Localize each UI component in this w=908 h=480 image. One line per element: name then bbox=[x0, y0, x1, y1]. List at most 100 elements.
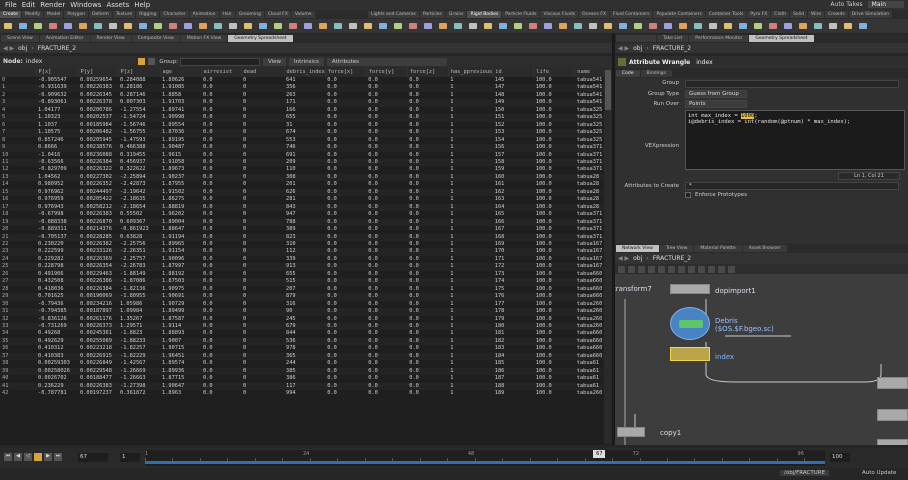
column-header-1[interactable]: P[x] bbox=[36, 67, 79, 77]
shelf-tool-icon[interactable] bbox=[630, 19, 645, 33]
side-node-2[interactable] bbox=[877, 409, 908, 421]
shelf-tool-icon[interactable] bbox=[135, 19, 150, 33]
menu-edit[interactable]: Edit bbox=[22, 1, 36, 9]
shelf-tab-10[interactable]: Grooming bbox=[235, 11, 264, 18]
column-header-9[interactable]: force[y] bbox=[366, 67, 408, 77]
auto-update-label[interactable]: Auto Update bbox=[862, 470, 896, 476]
menu-render[interactable]: Render bbox=[40, 1, 65, 9]
shelf-tab-right-8[interactable]: Populate Containers bbox=[653, 11, 705, 18]
shelf-tool-icon[interactable] bbox=[45, 19, 60, 33]
shelf-tool-icon[interactable] bbox=[495, 19, 510, 33]
shelf-tab-8[interactable]: Animation bbox=[189, 11, 219, 18]
column-header-8[interactable]: force[x] bbox=[325, 67, 367, 77]
shelf-tool-icon[interactable] bbox=[480, 19, 495, 33]
last-frame-icon[interactable]: ⏭ bbox=[54, 453, 62, 461]
shelf-tool-icon[interactable] bbox=[225, 19, 240, 33]
shelf-tab-right-10[interactable]: Pyro FX bbox=[747, 11, 771, 18]
back-icon[interactable]: ◀ ▶ bbox=[618, 45, 629, 52]
shelf-tool-icon[interactable] bbox=[375, 19, 390, 33]
path-node[interactable]: FRACTURE_2 bbox=[38, 45, 76, 52]
node-name[interactable]: index bbox=[696, 59, 712, 66]
left-tab-5[interactable]: Geometry Spreadsheet bbox=[228, 35, 293, 42]
column-header-0[interactable] bbox=[0, 67, 37, 77]
network-tool-icon[interactable] bbox=[698, 265, 705, 273]
end-frame-field[interactable]: 100 bbox=[830, 453, 850, 462]
shelf-tool-icon[interactable] bbox=[705, 19, 720, 33]
shelf-tool-icon[interactable] bbox=[795, 19, 810, 33]
view-button[interactable]: View bbox=[262, 57, 287, 66]
column-header-2[interactable]: P[y] bbox=[78, 67, 119, 77]
points-mode-icon[interactable] bbox=[138, 58, 146, 65]
path-obj[interactable]: obj bbox=[633, 45, 642, 52]
shelf-tab-right-1[interactable]: Particles bbox=[419, 11, 445, 18]
shelf-tool-icon[interactable] bbox=[360, 19, 375, 33]
desktop-select[interactable]: Main bbox=[867, 1, 904, 8]
column-header-6[interactable]: dead bbox=[241, 67, 285, 77]
shelf-tool-icon[interactable] bbox=[240, 19, 255, 33]
network-tool-icon[interactable] bbox=[708, 265, 715, 273]
shelf-tab-2[interactable]: Model bbox=[43, 11, 64, 18]
attributes-button[interactable]: Attributes bbox=[326, 57, 447, 66]
shelf-tool-icon[interactable] bbox=[30, 19, 45, 33]
first-frame-icon[interactable]: ⏮ bbox=[4, 453, 12, 461]
shelf-tool-icon[interactable] bbox=[420, 19, 435, 33]
shelf-tab-0[interactable]: Create bbox=[0, 11, 21, 18]
shelf-tool-icon[interactable] bbox=[330, 19, 345, 33]
shelf-tab-right-2[interactable]: Grains bbox=[445, 11, 467, 18]
shelf-tool-icon[interactable] bbox=[540, 19, 555, 33]
shelf-tool-icon[interactable] bbox=[615, 19, 630, 33]
shelf-tab-right-12[interactable]: Solid bbox=[790, 11, 808, 18]
shelf-tool-icon[interactable] bbox=[525, 19, 540, 33]
shelf-tool-icon[interactable] bbox=[345, 19, 360, 33]
back-icon[interactable]: ◀ ▶ bbox=[618, 255, 629, 262]
play-icon[interactable]: ▶ bbox=[44, 453, 52, 461]
group-field[interactable] bbox=[179, 57, 260, 66]
shelf-tool-icon[interactable] bbox=[270, 19, 285, 33]
shelf-tool-icon[interactable] bbox=[60, 19, 75, 33]
shelf-tab-right-14[interactable]: Crowds bbox=[825, 11, 848, 18]
run-over-select[interactable]: Points bbox=[685, 100, 747, 108]
lock-icon[interactable] bbox=[148, 58, 156, 65]
shelf-tool-icon[interactable] bbox=[510, 19, 525, 33]
shelf-tab-5[interactable]: Texture bbox=[112, 11, 136, 18]
shelf-tool-icon[interactable] bbox=[675, 19, 690, 33]
shelf-tab-11[interactable]: Cloud FX bbox=[264, 11, 291, 18]
shelf-tab-12[interactable]: Volume bbox=[291, 11, 315, 18]
column-header-4[interactable]: age bbox=[160, 67, 202, 77]
shelf-tab-right-7[interactable]: Fluid Containers bbox=[609, 11, 653, 18]
shelf-tool-icon[interactable] bbox=[210, 19, 225, 33]
shelf-tab-right-13[interactable]: Wire bbox=[808, 11, 825, 18]
group-type-select[interactable]: Guess from Group bbox=[685, 90, 747, 98]
shelf-tool-icon[interactable] bbox=[75, 19, 90, 33]
right-tab-0[interactable]: Take List bbox=[657, 35, 689, 42]
shelf-tool-icon[interactable] bbox=[405, 19, 420, 33]
shelf-tab-right-4[interactable]: Particle Fluids bbox=[502, 11, 540, 18]
shelf-tab-right-0[interactable]: Lights and Cameras bbox=[368, 11, 419, 18]
shelf-tab-right-5[interactable]: Viscous Fluids bbox=[540, 11, 579, 18]
stop-icon[interactable] bbox=[34, 453, 42, 461]
left-tab-2[interactable]: Render View bbox=[90, 35, 131, 42]
network-tool-icon[interactable] bbox=[688, 265, 695, 273]
column-header-11[interactable]: has_pprevious bbox=[448, 67, 494, 77]
shelf-tool-icon[interactable] bbox=[810, 19, 825, 33]
network-tool-icon[interactable] bbox=[648, 265, 655, 273]
index-node[interactable] bbox=[670, 347, 710, 361]
pane-divider[interactable] bbox=[612, 34, 615, 445]
status-path[interactable]: /obj/FRACTURE bbox=[780, 470, 830, 476]
spreadsheet-scrollbar[interactable] bbox=[604, 68, 612, 444]
network-tool-icon[interactable] bbox=[728, 265, 735, 273]
path-node[interactable]: FRACTURE_2 bbox=[653, 255, 691, 262]
shelf-tool-icon[interactable] bbox=[180, 19, 195, 33]
network-tool-icon[interactable] bbox=[718, 265, 725, 273]
shelf-tool-icon[interactable] bbox=[840, 19, 855, 33]
debris-node[interactable] bbox=[670, 307, 710, 340]
menu-assets[interactable]: Assets bbox=[106, 1, 129, 9]
shelf-tool-icon[interactable] bbox=[750, 19, 765, 33]
attributes-to-create-field[interactable]: * bbox=[685, 182, 899, 190]
shelf-tool-icon[interactable] bbox=[15, 19, 30, 33]
current-frame-marker[interactable]: 67 bbox=[593, 450, 606, 458]
column-header-13[interactable]: life bbox=[533, 67, 576, 77]
dopimport1-node[interactable] bbox=[670, 284, 710, 294]
menu-windows[interactable]: Windows bbox=[70, 1, 101, 9]
right-tab-2[interactable]: Geometry Spreadsheet bbox=[749, 35, 814, 42]
